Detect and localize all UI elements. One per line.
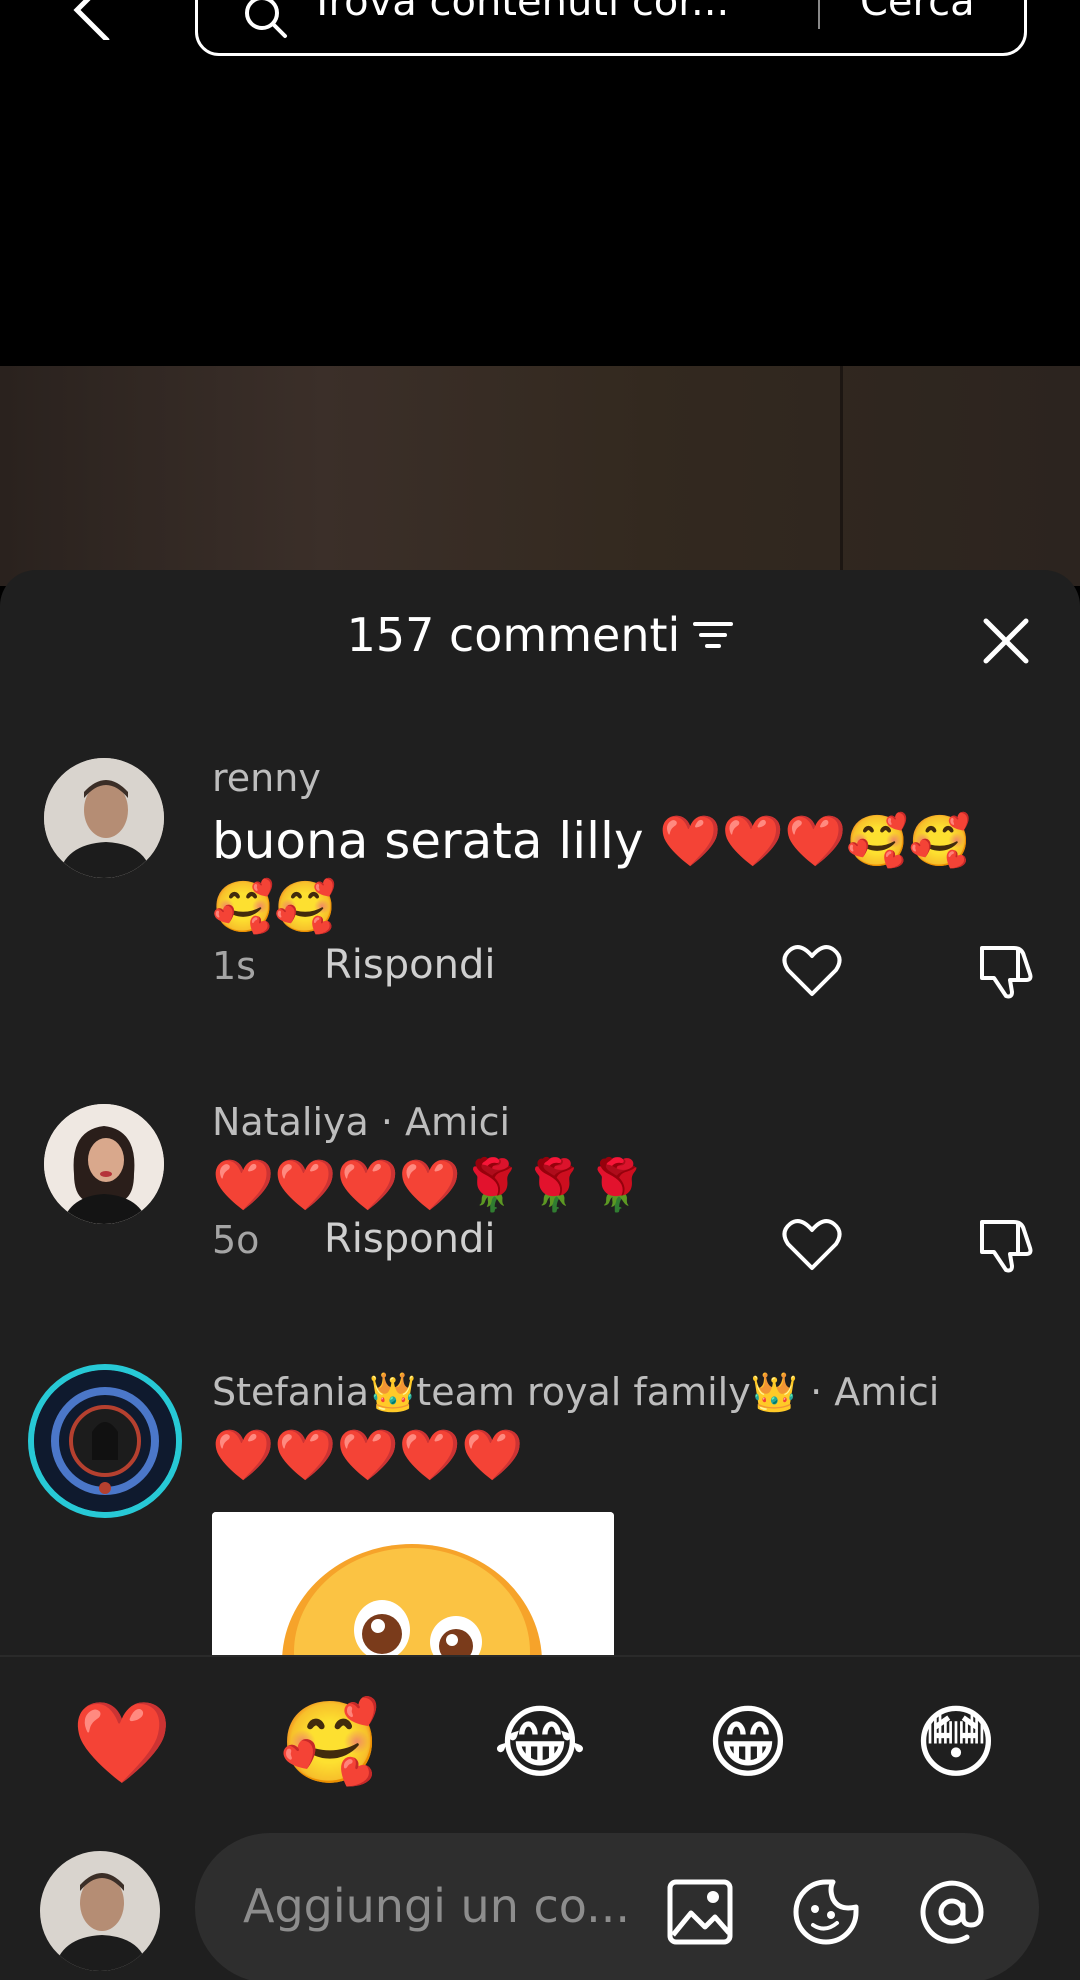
avatar[interactable] [28, 1364, 182, 1518]
comments-header: 157 commenti [0, 608, 1080, 678]
comment-username[interactable]: Stefania👑team royal family👑 · Amici [212, 1370, 939, 1415]
close-icon[interactable] [980, 615, 1032, 667]
video-preview[interactable] [0, 366, 1080, 586]
comment-time: 5o [212, 1218, 260, 1262]
avatar[interactable] [44, 1104, 164, 1224]
image-icon[interactable] [665, 1877, 735, 1947]
reaction-smiling-hearts[interactable]: 🥰 [280, 1693, 380, 1793]
comment-count: 157 commenti [346, 608, 681, 662]
reaction-flushed[interactable]: 😳 [906, 1693, 1006, 1793]
dislike-icon[interactable] [976, 940, 1036, 1000]
reply-button[interactable]: Rispondi [324, 1216, 495, 1262]
comment-image-sticker[interactable] [212, 1512, 614, 1662]
back-arrow-icon[interactable] [62, 0, 122, 43]
avatar[interactable] [44, 758, 164, 878]
search-bar[interactable]: Trova contenuti cor... Cerca [195, 0, 1027, 56]
comment-username[interactable]: renny [212, 756, 321, 800]
mention-at-icon[interactable] [917, 1877, 987, 1947]
search-button[interactable]: Cerca [860, 0, 975, 25]
reaction-tears-of-joy[interactable]: 😂 [490, 1693, 590, 1793]
like-heart-icon[interactable] [782, 1216, 842, 1272]
sticker-emoji-icon[interactable] [791, 1877, 861, 1947]
dislike-icon[interactable] [976, 1214, 1036, 1274]
quick-reactions-bar: ❤️ 🥰 😂 😁 😳 [0, 1655, 1080, 1815]
comment-input-placeholder[interactable]: Aggiungi un co... [243, 1879, 630, 1933]
reply-button[interactable]: Rispondi [324, 942, 495, 988]
search-input[interactable]: Trova contenuti cor... [310, 0, 729, 25]
comment-text: buona serata lilly ❤️❤️❤️🥰🥰🥰🥰 [212, 812, 971, 936]
comment-text: ❤️❤️❤️❤️🌹🌹🌹 [212, 1156, 648, 1214]
current-user-avatar[interactable] [40, 1851, 160, 1971]
comment-input[interactable]: Aggiungi un co... [195, 1833, 1039, 1980]
comment-username[interactable]: Nataliya · Amici [212, 1100, 510, 1144]
sort-filter-icon[interactable] [693, 618, 734, 652]
reaction-grin[interactable]: 😁 [698, 1693, 798, 1793]
like-heart-icon[interactable] [782, 942, 842, 998]
comment-text: ❤️❤️❤️❤️❤️ [212, 1426, 524, 1484]
search-divider [818, 0, 820, 29]
search-icon [240, 0, 290, 41]
top-bar: Trova contenuti cor... Cerca [0, 0, 1080, 80]
comment-time: 1s [212, 944, 256, 988]
comment-input-bar: Aggiungi un co... [0, 1815, 1080, 1980]
reaction-heart[interactable]: ❤️ [72, 1693, 172, 1793]
